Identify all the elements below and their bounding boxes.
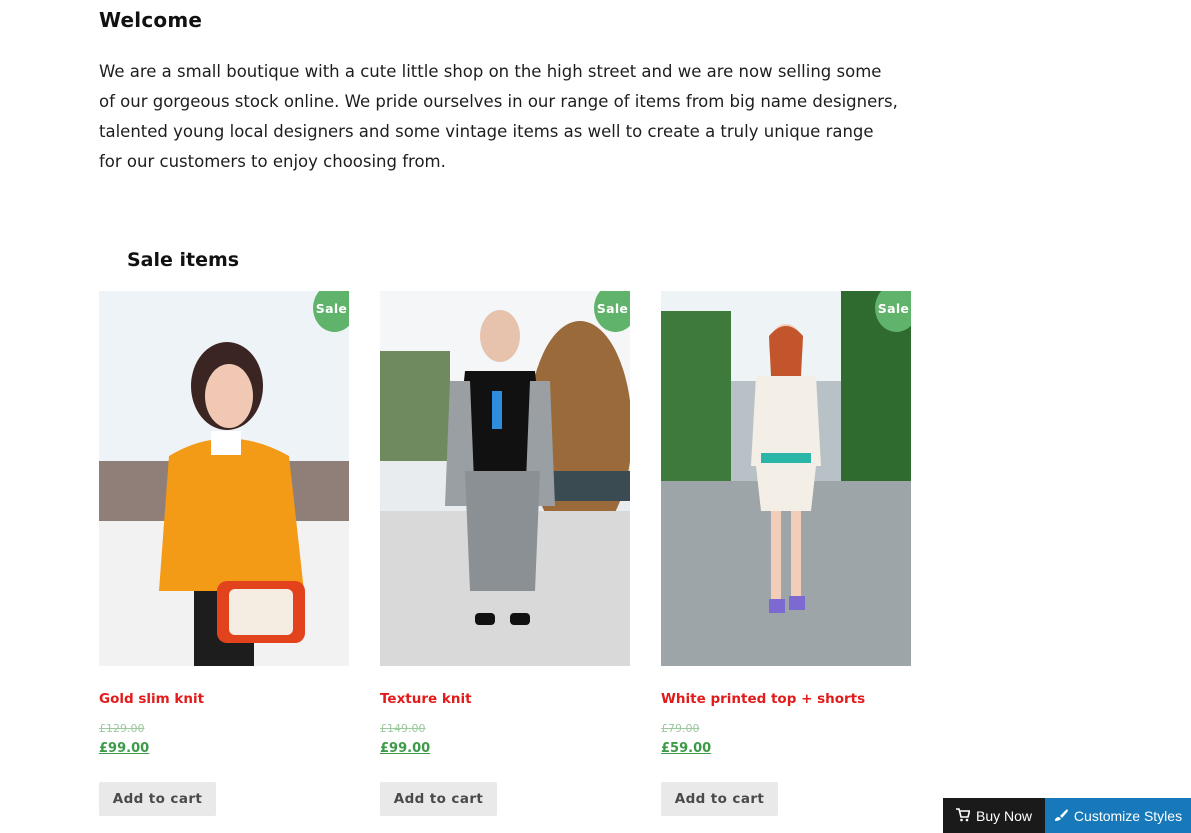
customize-styles-button[interactable]: Customize Styles	[1045, 798, 1191, 833]
add-to-cart-button[interactable]: Add to cart	[380, 782, 497, 816]
sale-price: £99.00	[380, 741, 431, 756]
cart-icon	[955, 807, 971, 824]
buy-now-button[interactable]: Buy Now	[943, 798, 1045, 833]
page: Welcome We are a small boutique with a c…	[0, 0, 1191, 833]
product-image[interactable]: Sale!	[99, 291, 349, 666]
product-card: Sale! Texture knit £149.00 £99.00 Add to…	[380, 291, 630, 816]
welcome-heading: Welcome	[99, 8, 203, 32]
sale-items-heading: Sale items	[127, 249, 240, 271]
customize-styles-label: Customize Styles	[1073, 807, 1183, 824]
original-price: £79.00	[661, 722, 700, 735]
product-image[interactable]: Sale!	[380, 291, 630, 666]
add-to-cart-button[interactable]: Add to cart	[661, 782, 778, 816]
product-card: Sale! White printed top + shorts £79.00 …	[661, 291, 911, 816]
product-card: Sale! Gold slim knit £129.00 £99.00 Add …	[99, 291, 349, 816]
brush-icon	[1054, 808, 1068, 824]
product-image[interactable]: Sale!	[661, 291, 911, 666]
product-title[interactable]: White printed top + shorts	[661, 691, 865, 707]
product-title[interactable]: Texture knit	[380, 691, 472, 707]
product-title[interactable]: Gold slim knit	[99, 691, 204, 707]
original-price: £129.00	[99, 722, 145, 735]
original-price: £149.00	[380, 722, 426, 735]
sale-price: £59.00	[661, 741, 712, 756]
intro-paragraph: We are a small boutique with a cute litt…	[99, 62, 898, 171]
add-to-cart-button[interactable]: Add to cart	[99, 782, 216, 816]
buy-now-label: Buy Now	[975, 807, 1033, 824]
sale-price: £99.00	[99, 741, 150, 756]
bottom-action-bar: Buy Now Customize Styles	[943, 798, 1191, 833]
